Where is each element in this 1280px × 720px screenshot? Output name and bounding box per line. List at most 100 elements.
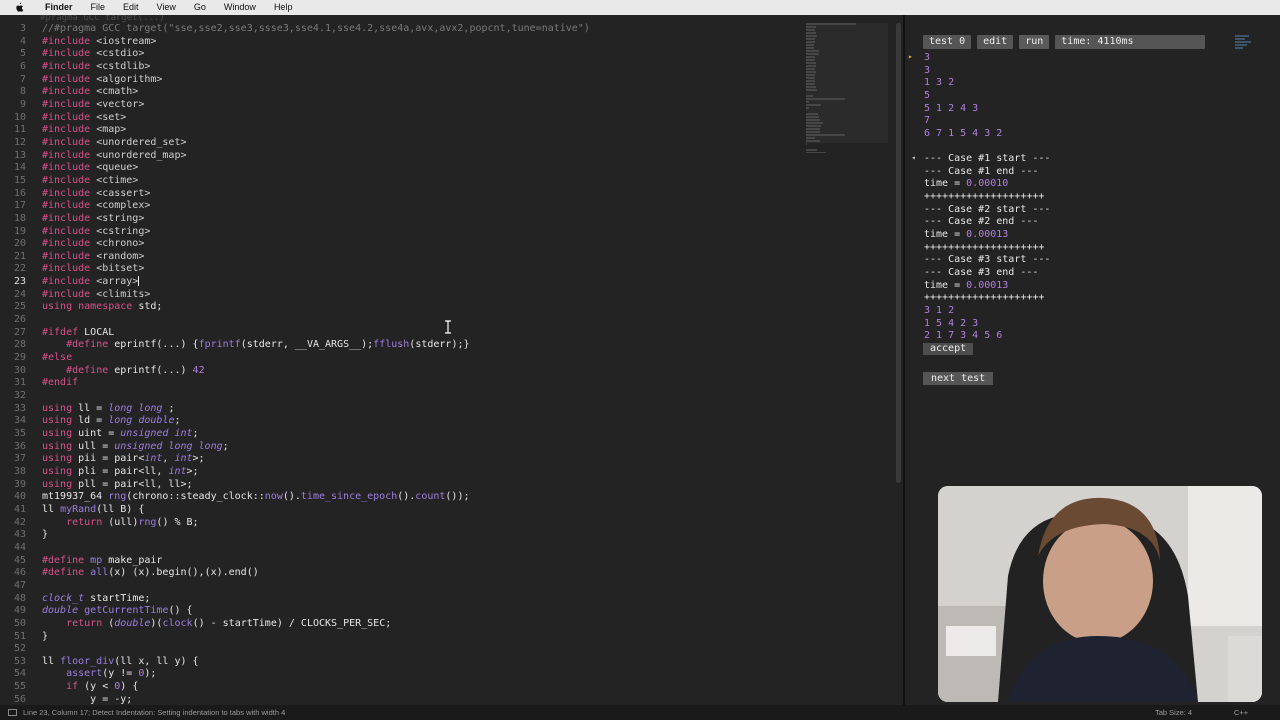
code-line[interactable]: using uint = unsigned int; <box>42 428 802 441</box>
code-token: <unordered_set> <box>96 136 187 148</box>
code-line[interactable]: #include <unordered_set> <box>42 137 802 150</box>
code-token: LOCAL <box>84 326 115 338</box>
code-line[interactable]: #include <set> <box>42 112 802 125</box>
code-line[interactable]: } <box>42 631 802 644</box>
code-line[interactable]: #endif <box>42 377 802 390</box>
code-line[interactable]: ll floor_div(ll x, ll y) { <box>42 656 802 669</box>
code-line[interactable]: using ll = long long ; <box>42 403 802 416</box>
apple-menu-icon[interactable] <box>12 0 26 15</box>
code-line[interactable]: y = -y; <box>42 694 802 705</box>
code-line[interactable]: #include <random> <box>42 251 802 264</box>
code-text-area[interactable]: //#pragma GCC target("sse,sse2,sse3,ssse… <box>42 23 802 705</box>
menu-help[interactable]: Help <box>265 0 302 15</box>
code-line[interactable]: #include <vector> <box>42 99 802 112</box>
code-line[interactable]: #include <chrono> <box>42 238 802 251</box>
minimap-line <box>806 23 856 25</box>
code-token: () { <box>168 605 193 617</box>
code-line[interactable]: assert(y != 0); <box>42 668 802 681</box>
code-token: #include <box>42 288 97 300</box>
code-line[interactable]: #include <map> <box>42 124 802 137</box>
code-token: <chrono> <box>96 238 145 250</box>
tab-size-selector[interactable]: Tab Size: 4 <box>1155 705 1192 720</box>
code-line[interactable]: double getCurrentTime() { <box>42 605 802 618</box>
code-line[interactable]: clock_t startTime; <box>42 593 802 606</box>
code-line[interactable]: #include <unordered_map> <box>42 150 802 163</box>
code-line[interactable] <box>42 643 802 656</box>
menu-view[interactable]: View <box>148 0 185 15</box>
toggle-panel-icon[interactable] <box>8 709 17 716</box>
code-line[interactable]: #include <cassert> <box>42 188 802 201</box>
code-line[interactable]: #include <cstring> <box>42 226 802 239</box>
code-token: eprintf(...) { <box>114 339 199 351</box>
minimap-line <box>806 128 820 130</box>
code-line[interactable]: #include <climits> <box>42 289 802 302</box>
menu-edit[interactable]: Edit <box>114 0 148 15</box>
code-line[interactable]: #include <algorithm> <box>42 74 802 87</box>
code-line[interactable] <box>42 542 802 555</box>
output-text: ++++++++++++++++++++ <box>924 292 1045 304</box>
code-line[interactable]: #include <cstdlib> <box>42 61 802 74</box>
menu-finder[interactable]: Finder <box>36 0 82 15</box>
code-line[interactable]: #include <array> <box>42 276 802 289</box>
code-line[interactable]: #include <ctime> <box>42 175 802 188</box>
code-line[interactable]: #include <cstdio> <box>42 48 802 61</box>
code-line[interactable]: #define eprintf(...) 42 <box>42 365 802 378</box>
code-line[interactable]: using pll = pair<ll, ll>; <box>42 479 802 492</box>
code-line[interactable]: using namespace std; <box>42 301 802 314</box>
code-line[interactable]: ll myRand(ll B) { <box>42 504 802 517</box>
minimap[interactable] <box>806 23 888 153</box>
line-number: 39 <box>13 478 26 490</box>
code-line[interactable] <box>42 580 802 593</box>
output-text: time = <box>924 228 967 240</box>
code-line[interactable]: #define mp make_pair <box>42 555 802 568</box>
line-number: 21 <box>13 250 26 262</box>
output-line: --- Case #1 start --- <box>924 153 1050 166</box>
code-token: ll = <box>78 402 109 414</box>
editor-scrollbar[interactable] <box>896 23 901 483</box>
code-line[interactable]: #include <cmath> <box>42 86 802 99</box>
output-fold-arrow-icon[interactable]: ◂ <box>911 153 916 162</box>
minimap-line <box>806 56 815 58</box>
code-editor[interactable]: #pragma GCC target(...) 3 4 5 6 7 8 9 10 11 12 13 1… <box>0 15 903 705</box>
next-test-button[interactable]: next test <box>923 372 994 385</box>
code-token: double <box>114 617 151 629</box>
code-line[interactable]: using pii = pair<int, int>; <box>42 453 802 466</box>
code-line[interactable] <box>42 314 802 327</box>
code-token: } <box>42 529 49 541</box>
code-line[interactable]: #include <iostream> <box>42 36 802 49</box>
code-line[interactable]: #define eprintf(...) {fprintf(stderr, __… <box>42 339 802 352</box>
input-fold-arrow-icon[interactable]: ▸ <box>908 52 913 61</box>
code-line[interactable] <box>42 390 802 403</box>
code-line[interactable]: #else <box>42 352 802 365</box>
code-line[interactable]: using pli = pair<ll, int>; <box>42 466 802 479</box>
run-button[interactable]: run <box>1019 35 1050 49</box>
edit-button[interactable]: edit <box>977 35 1014 49</box>
code-line[interactable]: #include <bitset> <box>42 263 802 276</box>
code-line[interactable]: using ull = unsigned long long; <box>42 441 802 454</box>
code-line[interactable]: if (y < 0) { <box>42 681 802 694</box>
menu-window[interactable]: Window <box>215 0 265 15</box>
code-line[interactable]: using ld = long double; <box>42 415 802 428</box>
code-line[interactable]: mt19937_64 rng(chrono::steady_clock::now… <box>42 491 802 504</box>
menu-file[interactable]: File <box>82 0 115 15</box>
menu-go[interactable]: Go <box>185 0 215 15</box>
code-token: using <box>42 478 79 490</box>
panel-minimap[interactable] <box>1235 35 1253 55</box>
code-line[interactable]: #include <string> <box>42 213 802 226</box>
syntax-selector[interactable]: C++ <box>1234 705 1248 720</box>
code-token: <bitset> <box>96 263 145 275</box>
code-line[interactable]: return (ull)rng() % B; <box>42 517 802 530</box>
code-line[interactable]: #define all(x) (x).begin(),(x).end() <box>42 567 802 580</box>
code-line[interactable]: return (double)(clock() - startTime) / C… <box>42 618 802 631</box>
code-line[interactable]: #include <queue> <box>42 162 802 175</box>
test-select-button[interactable]: test 0 <box>923 35 972 49</box>
code-line[interactable]: //#pragma GCC target("sse,sse2,sse3,ssse… <box>42 23 802 36</box>
code-token: <queue> <box>96 162 139 174</box>
code-line[interactable]: } <box>42 529 802 542</box>
code-line[interactable]: #ifdef LOCAL <box>42 327 802 340</box>
minimap-line <box>806 62 816 64</box>
code-line[interactable]: #include <complex> <box>42 200 802 213</box>
accept-button[interactable]: accept <box>923 343 974 355</box>
code-token: if <box>66 681 85 693</box>
code-token: unsigned long long <box>114 440 223 452</box>
